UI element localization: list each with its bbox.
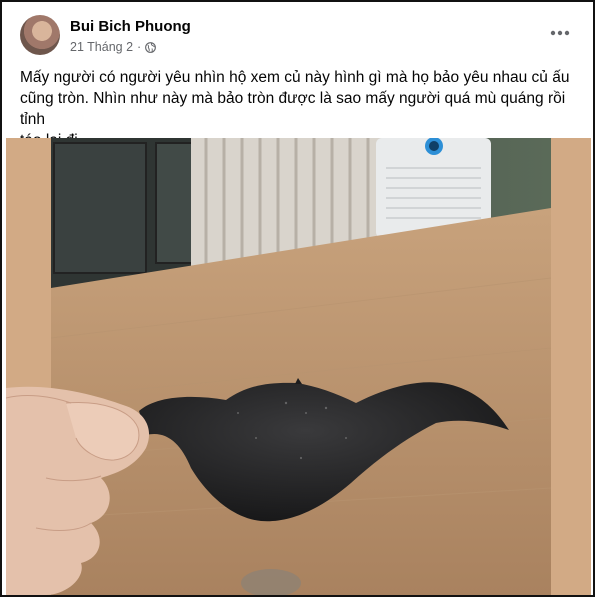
post-text-line: cũng tròn. Nhìn như này mà bảo tròn được… bbox=[20, 90, 566, 128]
globe-icon[interactable] bbox=[145, 41, 157, 53]
water-caltrop-photo bbox=[6, 138, 591, 595]
post-meta: 21 Tháng 2 · bbox=[70, 40, 157, 54]
post-photo[interactable] bbox=[6, 138, 591, 595]
author-name[interactable]: Bui Bich Phuong bbox=[70, 18, 191, 35]
post-header: Bui Bich Phuong 21 Tháng 2 · bbox=[20, 15, 580, 59]
post-text-line: Mấy người có người yêu nhìn hộ xem củ nà… bbox=[20, 69, 570, 86]
post-date[interactable]: 21 Tháng 2 bbox=[70, 40, 133, 54]
facebook-post-card: Bui Bich Phuong 21 Tháng 2 · Mấy người c… bbox=[0, 0, 595, 597]
more-options-icon[interactable] bbox=[548, 23, 572, 43]
meta-separator: · bbox=[137, 40, 142, 54]
author-avatar[interactable] bbox=[20, 15, 60, 55]
